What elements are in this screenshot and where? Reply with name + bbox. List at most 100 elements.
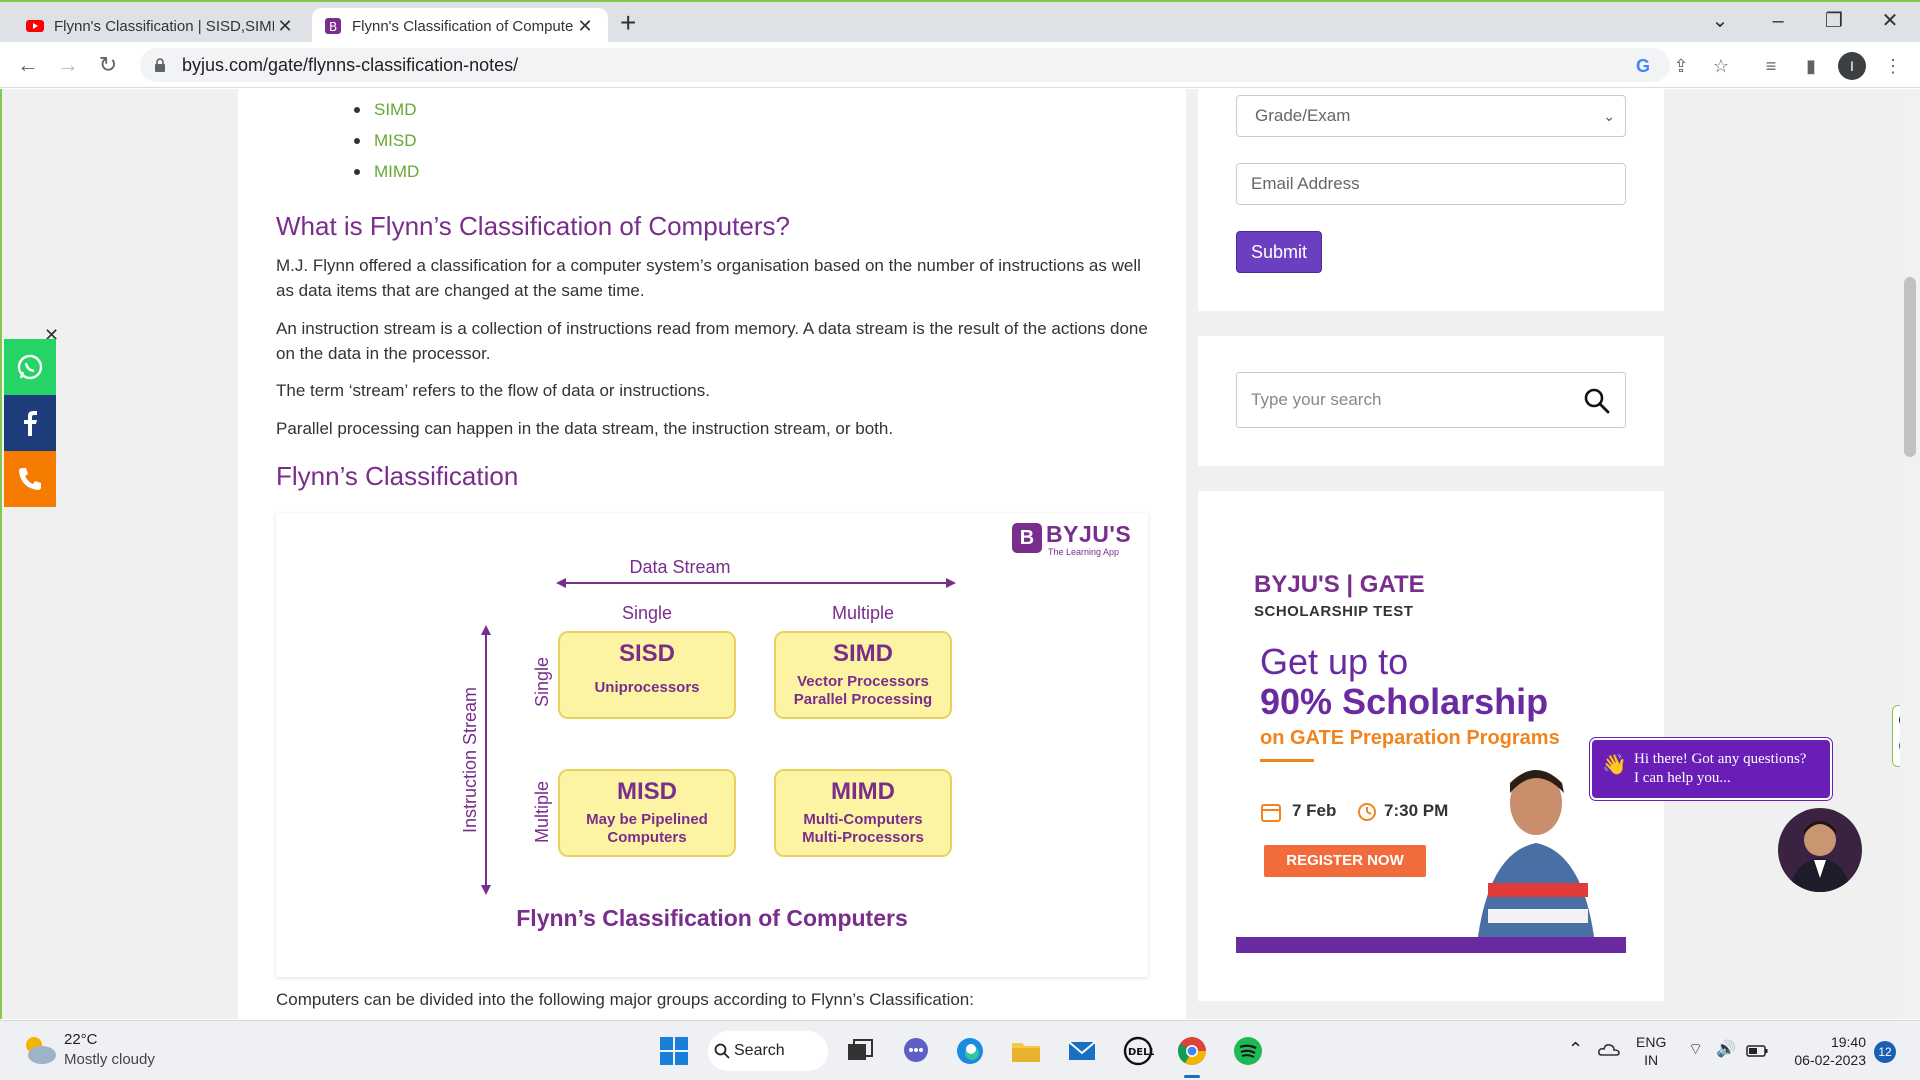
region-code: IN (1644, 1052, 1659, 1068)
close-window-icon[interactable]: ✕ (1870, 6, 1910, 36)
cell-desc: Multi-Processors (802, 829, 924, 846)
mail-icon[interactable] (1066, 1035, 1098, 1067)
tab-close-button[interactable]: ✕ (574, 16, 596, 37)
weather-description[interactable]: Mostly cloudy (64, 1051, 155, 1068)
page-scrollbar[interactable] (1900, 89, 1920, 1019)
volume-icon[interactable]: 🔊 (1716, 1039, 1736, 1059)
chevron-up-icon[interactable]: ⌃ (1568, 1039, 1583, 1060)
cell-title: MISD (617, 778, 677, 805)
taskbar-search-label: Search (734, 1042, 785, 1059)
paragraph: Computers can be divided into the follow… (276, 990, 974, 1009)
chrome-icon[interactable] (1176, 1035, 1208, 1067)
clock-icon (1358, 803, 1376, 821)
weather-temperature[interactable]: 22°C (64, 1031, 98, 1048)
web-page: SIMD MISD MIMD What is Flynn’s Classific… (0, 89, 1920, 1019)
cell-title: SIMD (833, 640, 893, 667)
tab-strip: Flynn's Classification | SISD,SIMD ✕ B F… (0, 0, 1920, 44)
cell-desc: May be Pipelined (586, 811, 708, 828)
clock-time: 19:40 (1830, 1034, 1866, 1050)
tab-close-button[interactable]: ✕ (274, 16, 296, 37)
paragraph: M.J. Flynn offered a classification for … (276, 256, 1141, 300)
select-value: Grade/Exam (1255, 106, 1351, 125)
gate-scholarship-ad[interactable]: BYJU'S | GATE SCHOLARSHIP TEST Get up to… (1236, 525, 1626, 953)
google-lens-icon[interactable]: G (1630, 54, 1656, 78)
language-code: ENG (1636, 1034, 1667, 1050)
ad-tagline: on GATE Preparation Programs (1260, 727, 1560, 749)
ad-headline-bold: 90% Scholarship (1260, 681, 1549, 722)
battery-icon[interactable] (1746, 1045, 1768, 1057)
grade-exam-select[interactable]: Grade/Exam ⌄ (1236, 95, 1626, 137)
list-item-link[interactable]: MISD (354, 130, 419, 161)
tab-youtube[interactable]: Flynn's Classification | SISD,SIMD ✕ (14, 8, 308, 44)
tab-search-icon[interactable]: ⌄ (1700, 6, 1740, 36)
chat-agent-avatar[interactable] (1778, 808, 1862, 892)
chat-greeting-bubble[interactable]: 👋 Hi there! Got any questions? I can hel… (1590, 738, 1832, 800)
paragraph: Parallel processing can happen in the da… (276, 419, 894, 438)
ad-date: 7 Feb (1292, 801, 1337, 820)
clock-date: 06-02-2023 (1794, 1052, 1866, 1068)
scrollbar-thumb[interactable] (1904, 277, 1916, 457)
search-icon[interactable] (1583, 387, 1611, 415)
list-item-link[interactable]: MIMD (354, 161, 419, 192)
minimize-icon[interactable]: – (1758, 6, 1798, 36)
tab-byjus[interactable]: B Flynn's Classification of Compute ✕ (312, 8, 608, 44)
edge-icon[interactable] (954, 1035, 986, 1067)
menu-kebab-icon[interactable]: ⋮ (1880, 54, 1906, 78)
flynn-classification-diagram: B BYJU'S The Learning App Data Stream Si… (276, 513, 1148, 977)
forward-icon[interactable]: → (52, 50, 84, 82)
onedrive-icon[interactable] (1598, 1041, 1620, 1057)
article-column: SIMD MISD MIMD What is Flynn’s Classific… (238, 89, 1186, 1019)
byjus-logo-text: BYJU'S (1046, 521, 1132, 547)
bookmark-star-icon[interactable]: ☆ (1708, 54, 1734, 78)
byjus-logo-tagline: The Learning App (1048, 547, 1120, 557)
register-now-button[interactable]: REGISTER NOW (1264, 845, 1426, 877)
tab-title: Flynn's Classification of Compute (352, 17, 574, 35)
ad-headline: Get up to (1260, 641, 1409, 682)
svg-text:B: B (329, 20, 337, 34)
cell-title: SISD (618, 640, 675, 667)
cell-desc: Computers (607, 829, 687, 846)
cell-desc: Uniprocessors (594, 679, 700, 696)
search-card: Type your search (1198, 336, 1664, 466)
byjus-logo-icon: B (1012, 523, 1042, 553)
file-explorer-icon[interactable] (1010, 1035, 1042, 1067)
weather-cloudy-icon[interactable] (20, 1033, 58, 1067)
phone-icon[interactable] (4, 451, 56, 507)
back-icon[interactable]: ← (12, 50, 44, 82)
chat-line: I can help you... (1634, 770, 1731, 786)
language-indicator[interactable]: ENG IN (1636, 1033, 1666, 1069)
restore-icon[interactable]: ❐ (1814, 6, 1854, 36)
ad-subtitle: SCHOLARSHIP TEST (1254, 603, 1414, 620)
submit-button[interactable]: Submit (1236, 231, 1322, 273)
new-tab-button[interactable]: + (620, 8, 636, 38)
side-panel-icon[interactable]: ▮ (1798, 54, 1824, 78)
share-icon[interactable]: ⇪ (1668, 54, 1694, 78)
profile-avatar[interactable]: I (1838, 52, 1866, 80)
instruction-stream-label: Instruction Stream (460, 686, 480, 833)
taskbar-search[interactable]: Search (708, 1031, 828, 1071)
column-multiple-label: Multiple (831, 603, 895, 623)
windows-start-icon[interactable] (658, 1035, 690, 1067)
address-bar[interactable]: byjus.com/gate/flynns-classification-not… (140, 48, 1670, 82)
facebook-icon[interactable] (4, 395, 56, 451)
column-single-label: Single (621, 603, 673, 623)
browser-toolbar: ← → ↻ byjus.com/gate/flynns-classificati… (0, 42, 1920, 88)
notification-badge[interactable]: 12 (1874, 1041, 1896, 1063)
email-field[interactable]: Email Address (1236, 163, 1626, 205)
wifi-icon[interactable]: ⌔ (1688, 1039, 1703, 1059)
clock[interactable]: 19:40 06-02-2023 (1780, 1033, 1866, 1069)
list-item-link[interactable]: SIMD (354, 99, 419, 130)
reload-icon[interactable]: ↻ (92, 50, 124, 82)
chevron-down-icon: ⌄ (1603, 108, 1615, 124)
flynn-types-list: SIMD MISD MIMD (354, 99, 419, 192)
media-control-icon[interactable]: ≡ (1758, 54, 1784, 78)
task-view-icon[interactable] (844, 1035, 876, 1067)
paragraph: The term ‘stream’ refers to the flow of … (276, 381, 710, 400)
spotify-icon[interactable] (1232, 1035, 1264, 1067)
search-input[interactable]: Type your search (1236, 372, 1626, 428)
lock-icon (155, 58, 165, 72)
dell-icon[interactable]: DELL (1122, 1035, 1154, 1067)
whatsapp-icon[interactable] (4, 339, 56, 395)
misd-cell: MISD May be Pipelined Computers (558, 769, 736, 857)
chat-icon[interactable] (900, 1035, 932, 1067)
